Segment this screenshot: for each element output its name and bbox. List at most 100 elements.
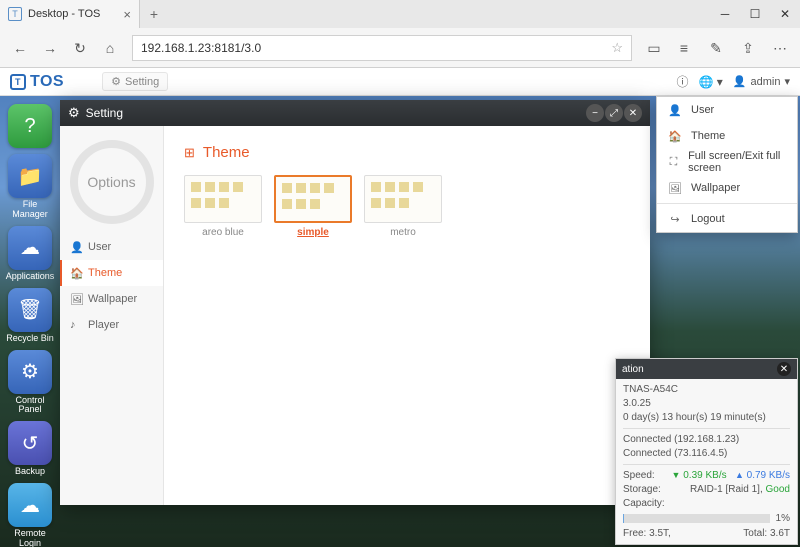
new-tab-button[interactable]: + — [140, 6, 168, 22]
dock-icon: ↺ — [8, 421, 52, 465]
browser-tabs-row: T Desktop - TOS × + ─ ☐ ✕ — [0, 0, 800, 28]
settings-window: ⚙ Setting − ⤢ ✕ Options 👤User🏠Theme🖼Wall… — [60, 100, 650, 505]
window-minimize-button[interactable]: ─ — [710, 0, 740, 28]
globe-icon[interactable]: 🌐 ▾ — [698, 75, 722, 89]
theme-card-metro[interactable]: metro — [364, 175, 442, 238]
address-bar[interactable]: 192.168.1.23:8181/3.0 ☆ — [132, 35, 632, 61]
share-icon[interactable]: ⇪ — [734, 34, 762, 62]
wallpaper-icon: 🖼 — [70, 293, 82, 305]
sidebar-item-label: Wallpaper — [88, 293, 137, 305]
window-minimize-button[interactable]: − — [586, 104, 604, 122]
reading-list-icon[interactable]: ▭ — [640, 34, 668, 62]
settings-sidebar: Options 👤User🏠Theme🖼Wallpaper♪Player — [60, 126, 164, 505]
sidebar-item-user[interactable]: 👤 User — [60, 234, 163, 260]
hub-menu-icon[interactable]: ≡ — [670, 34, 698, 62]
menu-item-label: User — [691, 104, 714, 116]
menu-item-logout[interactable]: ↪ Logout — [657, 206, 797, 232]
menu-item-icon: 🖼 — [669, 182, 681, 195]
dock-label: File Manager — [12, 200, 48, 220]
user-menu-button[interactable]: 👤 admin ▾ — [733, 75, 790, 88]
sidebar-item-theme[interactable]: 🏠Theme — [60, 260, 163, 286]
window-close-button[interactable]: ✕ — [770, 0, 800, 28]
menu-item-full-screen-exit-full-screen[interactable]: ⛶Full screen/Exit full screen — [657, 149, 797, 175]
dock-item[interactable]: 📁File Manager — [4, 154, 56, 220]
nav-refresh-button[interactable]: ↻ — [66, 34, 94, 62]
theme-header-text: Theme — [203, 144, 250, 161]
menu-item-label: Wallpaper — [691, 182, 740, 194]
sidebar-item-player[interactable]: ♪Player — [60, 312, 163, 338]
theme-icon: 🏠 — [70, 267, 82, 279]
window-maximize-button[interactable]: ☐ — [740, 0, 770, 28]
window-buttons: ─ ☐ ✕ — [710, 0, 800, 28]
tos-logo-icon: T — [10, 74, 26, 90]
theme-thumbnail — [274, 175, 352, 223]
storage-status: Good — [766, 484, 790, 495]
sidebar-item-label: Player — [88, 319, 119, 331]
dock-item[interactable]: ☁Remote Login — [4, 483, 56, 547]
settings-window-titlebar[interactable]: ⚙ Setting − ⤢ ✕ — [60, 100, 650, 126]
theme-name: metro — [390, 227, 416, 238]
dock-icon: 🗑 — [8, 288, 52, 332]
nav-home-button[interactable]: ⌂ — [96, 34, 124, 62]
user-icon: 👤 — [733, 75, 747, 88]
tos-logo[interactable]: T TOS — [10, 73, 64, 91]
more-icon[interactable]: ⋯ — [766, 34, 794, 62]
tos-logo-text: TOS — [30, 73, 64, 91]
window-maximize-button[interactable]: ⤢ — [605, 104, 623, 122]
info-panel-header[interactable]: ation ✕ — [616, 359, 797, 379]
info-speed-row: Speed: ▼ 0.39 KB/s ▲ 0.79 KB/s — [623, 470, 790, 481]
nav-forward-button[interactable]: → — [36, 34, 64, 62]
info-panel-title: ation — [622, 364, 644, 375]
dock-item[interactable]: ? — [4, 104, 56, 148]
tab-title: Desktop - TOS — [28, 8, 100, 20]
browser-tab[interactable]: T Desktop - TOS × — [0, 0, 140, 28]
desktop-dock: ? 📁File Manager ☁Applications 🗑 Recycle Bin ⚙… — [4, 104, 60, 547]
system-info-panel: ation ✕ TNAS-A54C 3.0.25 0 day(s) 13 hou… — [615, 358, 798, 545]
dock-item[interactable]: ⚙Control Panel — [4, 350, 56, 416]
bookmark-star-icon[interactable]: ☆ — [611, 40, 623, 56]
sidebar-item-wallpaper[interactable]: 🖼 Wallpaper — [60, 286, 163, 312]
dock-item[interactable]: ↺Backup — [4, 421, 56, 477]
info-version: 3.0.25 — [623, 398, 790, 409]
close-icon[interactable]: ✕ — [777, 362, 791, 376]
info-uptime: 0 day(s) 13 hour(s) 19 minute(s) — [623, 412, 790, 423]
sidebar-item-label: User — [88, 241, 111, 253]
nav-back-button[interactable]: ← — [6, 34, 34, 62]
window-close-button[interactable]: ✕ — [624, 104, 642, 122]
chevron-down-icon: ▾ — [784, 75, 790, 88]
dock-icon: ? — [8, 104, 52, 148]
download-speed: ▼ 0.39 KB/s — [672, 470, 727, 481]
taskbar-item-setting[interactable]: ⚙ Setting — [102, 72, 168, 91]
info-icon[interactable]: ⓘ — [676, 73, 688, 90]
info-connection-2: Connected (73.116.4.5) — [623, 448, 790, 459]
dock-label: Recycle Bin — [6, 334, 54, 344]
info-connection-1: Connected (192.168.1.23) — [623, 434, 790, 445]
tab-close-icon[interactable]: × — [123, 7, 131, 22]
theme-thumbnail — [184, 175, 262, 223]
menu-item-theme[interactable]: 🏠Theme — [657, 123, 797, 149]
user-dropdown-menu: 👤User🏠Theme⛶Full screen/Exit full screen… — [656, 96, 798, 233]
notes-icon[interactable]: ✎ — [702, 34, 730, 62]
theme-card-areo-blue[interactable]: areo blue — [184, 175, 262, 238]
tos-desktop: T TOS ⚙ Setting ⓘ 🌐 ▾ 👤 admin ▾ ? 📁File M… — [0, 68, 800, 547]
menu-item-user[interactable]: 👤User — [657, 97, 797, 123]
capacity-label: Capacity: — [623, 498, 790, 509]
dock-item[interactable]: ☁Applications — [4, 226, 56, 282]
dock-icon: 📁 — [8, 154, 52, 198]
menu-item-wallpaper[interactable]: 🖼 Wallpaper — [657, 175, 797, 201]
address-text: 192.168.1.23:8181/3.0 — [141, 41, 261, 55]
dock-item[interactable]: 🗑 Recycle Bin — [4, 288, 56, 344]
tab-favicon: T — [8, 7, 22, 21]
browser-chrome: T Desktop - TOS × + ─ ☐ ✕ ← → ↻ ⌂ 192.16… — [0, 0, 800, 68]
theme-header: ⊞ Theme — [184, 144, 630, 161]
user-icon: 👤 — [70, 241, 82, 253]
storage-label: Storage: — [623, 484, 661, 495]
menu-item-label: Logout — [691, 213, 725, 225]
theme-name: simple — [297, 227, 329, 238]
logout-icon: ↪ — [669, 213, 681, 226]
themes-row: areo blue simple metro — [184, 175, 630, 238]
window-controls: − ⤢ ✕ — [586, 104, 642, 122]
info-capacity-detail: Free: 3.5T, Total: 3.6T — [623, 528, 790, 539]
theme-card-simple[interactable]: simple — [274, 175, 352, 238]
dashboard-icon: ⊞ — [184, 145, 195, 161]
